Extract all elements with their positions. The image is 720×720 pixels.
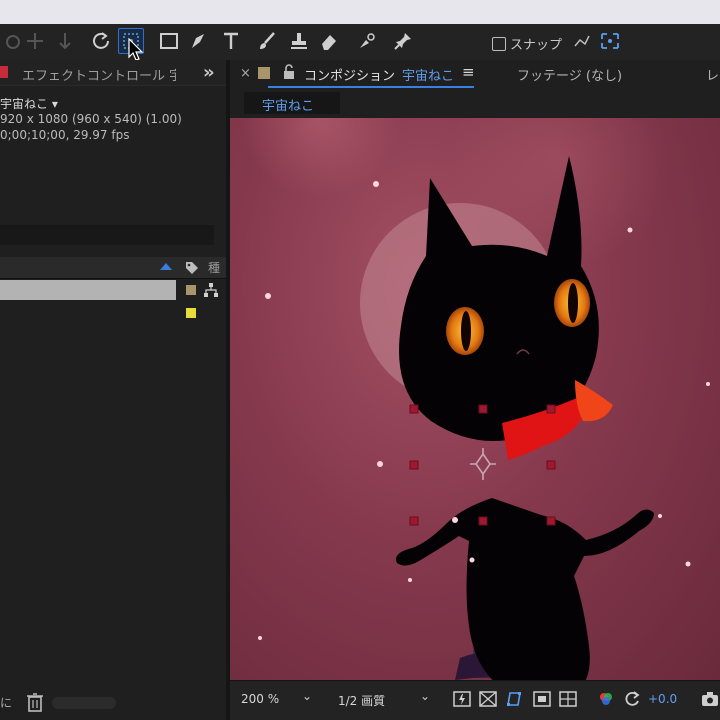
resolution-caret-icon[interactable]: ⌄ (420, 689, 430, 703)
comp-color-chip (258, 67, 270, 79)
mask-visibility-icon[interactable] (504, 689, 524, 709)
label-color-chip[interactable] (186, 285, 196, 295)
anchor-down-icon[interactable] (52, 28, 78, 54)
transparency-grid-icon[interactable] (478, 689, 498, 709)
snapshot-camera-icon[interactable] (700, 689, 720, 709)
rectangle-tool-icon[interactable] (156, 28, 182, 54)
text-tool-icon[interactable] (218, 28, 244, 54)
pen-tool-icon[interactable] (186, 28, 212, 54)
move-tool-icon[interactable] (22, 28, 48, 54)
snap-label: スナップ (510, 38, 563, 53)
grid-guides-icon[interactable] (558, 689, 578, 709)
mouse-cursor-icon (128, 38, 144, 61)
comp-name-dropdown[interactable]: 宇宙ねこ ▾ (0, 95, 58, 112)
roto-brush-tool-icon[interactable] (354, 28, 380, 54)
comp-duration-info: 0;00;10;00, 29.97 fps (0, 128, 130, 142)
type-column-label[interactable]: 種 (208, 259, 220, 276)
snap-toggle[interactable]: スナップ (492, 34, 562, 53)
tab-menu-icon[interactable]: ≡ (462, 63, 475, 81)
region-of-interest-icon[interactable] (532, 689, 552, 709)
label-tag-icon[interactable] (184, 260, 200, 276)
panel-color-marker (0, 66, 8, 78)
eraser-tool-icon[interactable] (316, 28, 342, 54)
reset-exposure-icon[interactable] (622, 689, 642, 709)
effect-controls-title[interactable]: エフェクトコントロール 宇宙ねこ (22, 65, 176, 84)
viewer-footer-toolbar: 200 % ⌄ 1/2 画質 ⌄ +0.0 (230, 680, 720, 720)
effect-controls-panel: エフェクトコントロール 宇宙ねこ » 宇宙ねこ ▾ 920 x 1080 (96… (0, 60, 226, 720)
puppet-pin-tool-icon[interactable] (390, 28, 416, 54)
tab-footage[interactable]: フッテージ (なし) (517, 65, 622, 84)
magnification-caret-icon[interactable]: ⌄ (302, 689, 312, 703)
brush-tool-icon[interactable] (254, 28, 280, 54)
bit-depth-control[interactable] (52, 697, 116, 709)
composition-tab-label[interactable]: コンポジション (304, 65, 395, 84)
tab-close-icon[interactable]: × (240, 66, 251, 81)
tools-toolbar: スナップ (0, 24, 720, 60)
effect-controls-header: エフェクトコントロール 宇宙ねこ » (0, 60, 226, 86)
snap-checkbox[interactable] (492, 36, 506, 51)
panel-expand-chevron-icon[interactable]: » (203, 62, 215, 83)
composition-tab-name[interactable]: 宇宙ねこ (402, 65, 454, 84)
project-item-row-selected[interactable] (0, 280, 176, 300)
resolution-dropdown[interactable]: 1/2 画質 (338, 692, 385, 709)
clone-stamp-tool-icon[interactable] (286, 28, 312, 54)
snap-options-icon[interactable] (572, 32, 592, 52)
project-search-input[interactable] (0, 225, 214, 245)
trash-icon[interactable] (26, 692, 44, 712)
composition-viewer[interactable] (230, 118, 720, 680)
comp-breadcrumb[interactable]: 宇宙ねこ (244, 92, 340, 114)
magnification-dropdown[interactable]: 200 % (241, 692, 279, 706)
color-channels-icon[interactable] (596, 689, 616, 709)
label-color-chip[interactable] (186, 308, 196, 318)
project-column-header: 種 (0, 257, 226, 279)
comp-size-info: 920 x 1080 (960 x 540) (1.00) (0, 112, 182, 126)
exposure-value[interactable]: +0.0 (648, 692, 677, 706)
sort-ascending-icon[interactable] (160, 263, 172, 270)
composition-tab-bar: × コンポジション 宇宙ねこ ≡ フッテージ (なし) レ (230, 60, 720, 88)
rotate-tool-icon[interactable] (88, 28, 114, 54)
space-cat-artwork (240, 118, 710, 680)
flowchart-icon[interactable] (203, 282, 219, 298)
footer-edge-text: に (0, 696, 13, 710)
snap-target-icon[interactable] (598, 30, 622, 52)
window-top-strip (0, 0, 720, 24)
unlock-icon[interactable] (282, 64, 296, 80)
comp-breadcrumb-bar: 宇宙ねこ (230, 88, 720, 118)
tab-layer[interactable]: レ (706, 65, 719, 84)
fast-previews-icon[interactable] (452, 689, 472, 709)
project-panel-footer: に (0, 688, 226, 720)
